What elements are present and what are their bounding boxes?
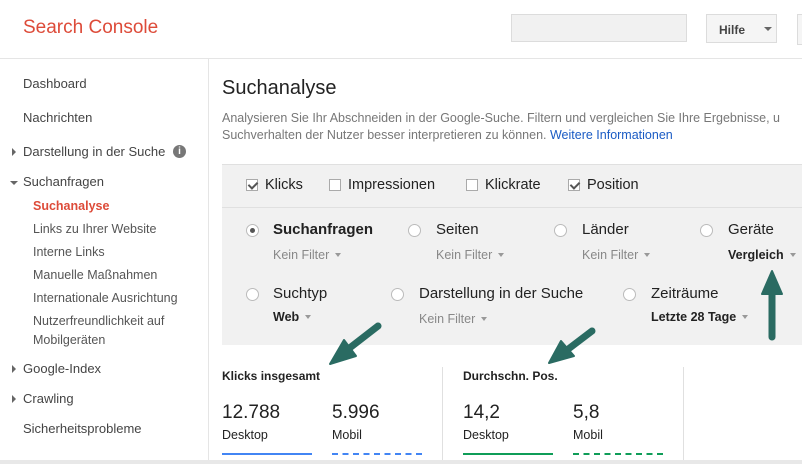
- annotation-arrow-2: [548, 327, 596, 364]
- bottom-scrollbar[interactable]: [0, 460, 802, 464]
- annotation-arrow-3: [761, 270, 783, 341]
- annotation-arrow-1: [329, 322, 382, 365]
- annotation-arrows: [329, 270, 783, 365]
